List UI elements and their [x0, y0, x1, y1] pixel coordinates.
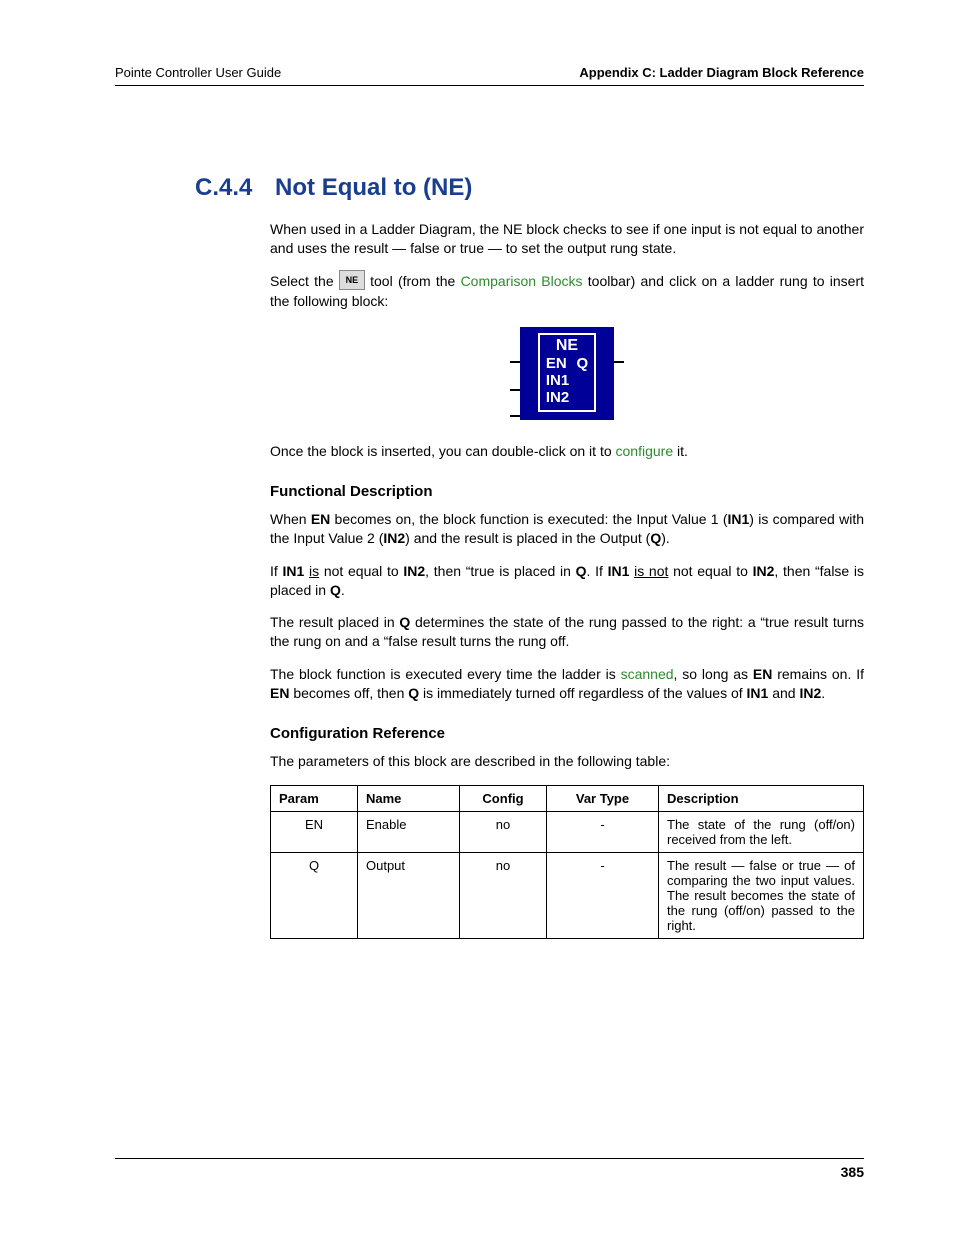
- configure-link[interactable]: configure: [616, 443, 674, 459]
- functional-description-heading: Functional Description: [270, 483, 864, 500]
- th-param: Param: [271, 785, 358, 811]
- header-left: Pointe Controller User Guide: [115, 65, 281, 80]
- th-config: Config: [460, 785, 547, 811]
- footer: 385: [115, 1158, 864, 1180]
- ne-block-diagram: NE EN Q IN1 IN2: [270, 327, 864, 420]
- section-heading: C.4.4 Not Equal to (NE): [195, 174, 864, 202]
- functional-p4: The block function is executed every tim…: [270, 665, 864, 703]
- ne-in1-label: IN1: [546, 372, 569, 389]
- table-row: EN Enable no - The state of the rung (of…: [271, 811, 864, 852]
- ne-block-title: NE: [540, 337, 594, 355]
- section-title-text: Not Equal to (NE): [275, 174, 472, 201]
- config-intro: The parameters of this block are describ…: [270, 752, 864, 771]
- comparison-blocks-link[interactable]: Comparison Blocks: [461, 273, 583, 289]
- header: Pointe Controller User Guide Appendix C:…: [115, 65, 864, 86]
- ne-q-label: Q: [576, 355, 588, 372]
- ne-en-label: EN: [546, 355, 567, 372]
- functional-p1: When EN becomes on, the block function i…: [270, 510, 864, 548]
- functional-p3: The result placed in Q determines the st…: [270, 613, 864, 651]
- content: When used in a Ladder Diagram, the NE bl…: [270, 220, 864, 939]
- table-header-row: Param Name Config Var Type Description: [271, 785, 864, 811]
- page: Pointe Controller User Guide Appendix C:…: [0, 0, 954, 1235]
- once-inserted-paragraph: Once the block is inserted, you can doub…: [270, 442, 864, 461]
- ne-in2-label: IN2: [546, 389, 569, 406]
- intro-paragraph: When used in a Ladder Diagram, the NE bl…: [270, 220, 864, 258]
- section-number: C.4.4: [195, 174, 252, 201]
- th-name: Name: [358, 785, 460, 811]
- th-vartype: Var Type: [547, 785, 659, 811]
- table-row: Q Output no - The result — false or true…: [271, 852, 864, 938]
- scanned-link[interactable]: scanned: [621, 666, 674, 682]
- functional-p2: If IN1 is not equal to IN2, then “true i…: [270, 562, 864, 600]
- config-reference-heading: Configuration Reference: [270, 725, 864, 742]
- page-number: 385: [841, 1164, 864, 1180]
- select-paragraph: Select the NE tool (from the Comparison …: [270, 272, 864, 311]
- header-right: Appendix C: Ladder Diagram Block Referen…: [579, 65, 864, 80]
- ne-tool-icon: NE: [339, 270, 365, 290]
- th-description: Description: [659, 785, 864, 811]
- param-table: Param Name Config Var Type Description E…: [270, 785, 864, 939]
